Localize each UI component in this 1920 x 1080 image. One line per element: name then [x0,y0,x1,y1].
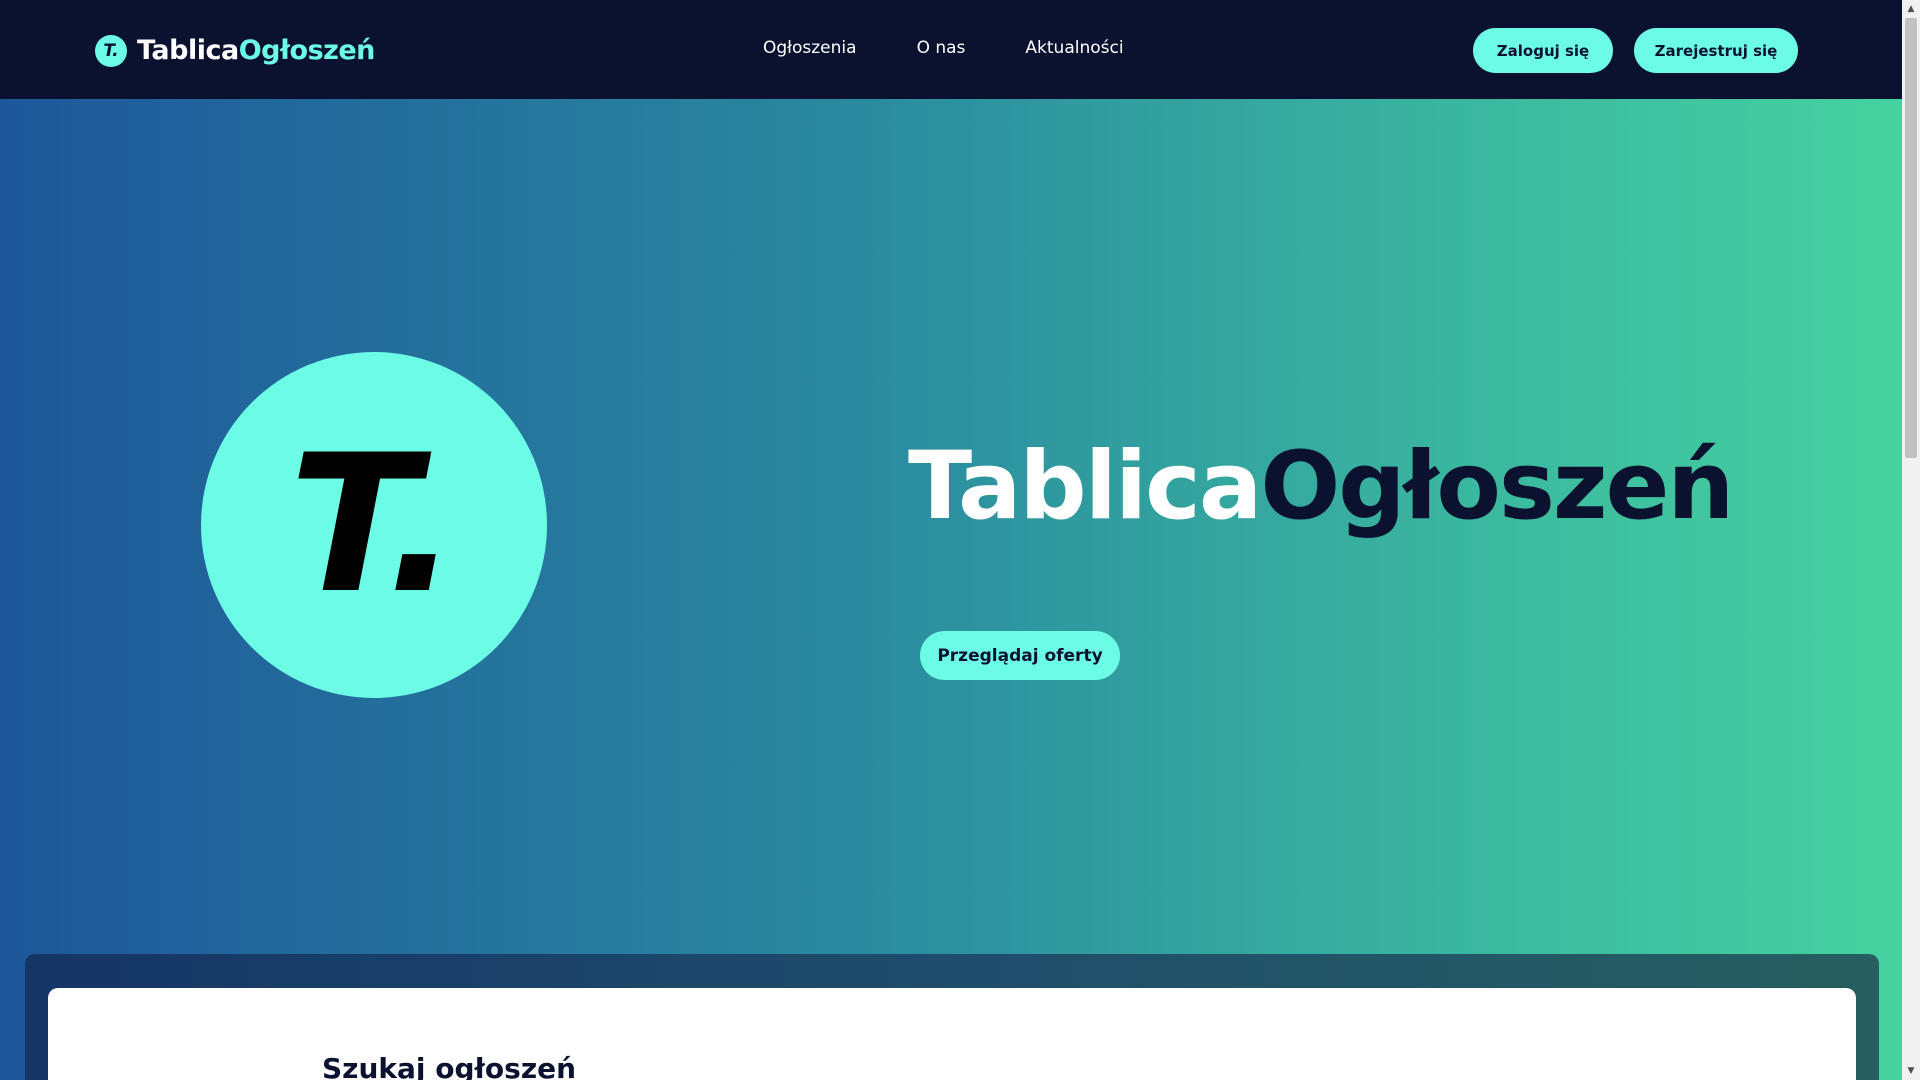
browse-offers-button[interactable]: Przeglądaj oferty [920,631,1120,680]
main-nav: Ogłoszenia O nas Aktualności [763,38,1184,58]
brand-mark-icon: T. [95,34,127,67]
brand-logo-link[interactable]: T. TablicaOgłoszeń [95,34,375,67]
brand-name-part2: Ogłoszeń [238,35,376,66]
nav-link-aktualnosci[interactable]: Aktualności [1025,38,1123,58]
nav-link-ogloszenia[interactable]: Ogłoszenia [763,38,857,58]
register-button[interactable]: Zarejestruj się [1634,28,1798,73]
hero-logo-circle: T. [201,352,547,698]
hero-logo-mark: T. [289,414,459,635]
scroll-down-icon[interactable]: ▼ [1902,1062,1920,1080]
page: T. TablicaOgłoszeń Ogłoszenia O nas Aktu… [0,0,1902,1080]
brand-name-part1: Tablica [137,35,239,66]
search-card [48,988,1856,1080]
hero-title-part2: Ogłoszeń [1260,432,1734,541]
navbar: T. TablicaOgłoszeń Ogłoszenia O nas Aktu… [0,0,1902,99]
login-button[interactable]: Zaloguj się [1473,28,1613,73]
scrollbar-thumb[interactable] [1905,18,1917,458]
page-scrollbar[interactable]: ▲ ▼ [1902,0,1920,1080]
hero-title: TablicaOgłoszeń [908,432,1734,541]
search-dots-icon: • • • • [111,1068,314,1080]
scroll-up-icon[interactable]: ▲ [1902,0,1920,18]
brand-name: TablicaOgłoszeń [137,35,375,66]
search-heading: Szukaj ogłoszeń [322,1052,577,1080]
nav-link-o-nas[interactable]: O nas [917,38,966,58]
hero-title-part1: Tablica [908,432,1262,541]
